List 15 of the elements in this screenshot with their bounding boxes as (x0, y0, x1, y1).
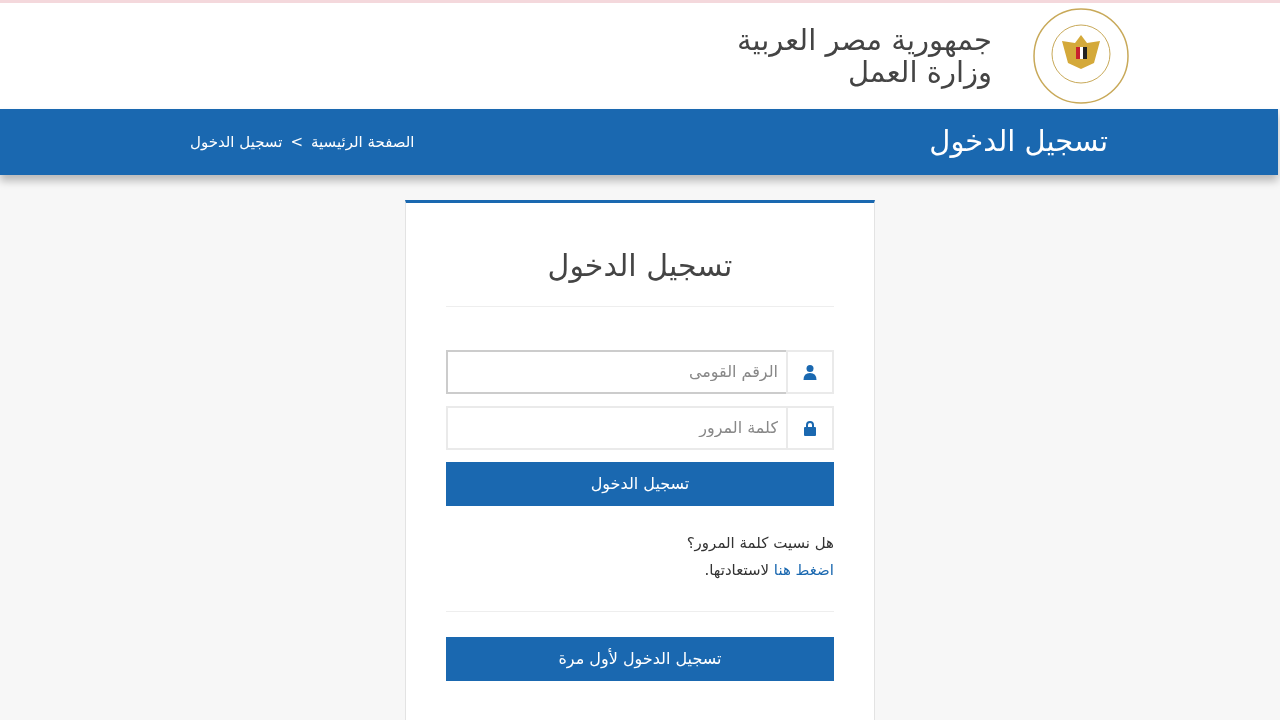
breadcrumb-link[interactable]: الصفحة الرئيسية (311, 130, 415, 154)
recover-password-text: اضغط هنا لاستعادتها. (703, 559, 834, 581)
forgot-password-question: هل نسيت كلمة المرور؟ (685, 533, 834, 554)
click-here-link[interactable]: اضغط هنا (773, 560, 834, 579)
first-time-login-button[interactable]: تسجيل الدخول لأول مرة (446, 637, 834, 681)
ministry-title: جمهورية مصر العربية (736, 23, 992, 56)
breadcrumb-separator: > (290, 131, 303, 153)
breadcrumb-link[interactable]: تسجيل الدخول (190, 130, 283, 154)
card-title: تسجيل الدخول (547, 247, 733, 285)
lock-icon (803, 420, 817, 436)
page-title: تسجيل الدخول (929, 123, 1108, 161)
user-icon (802, 364, 818, 380)
login-button[interactable]: تسجيل الدخول (446, 462, 834, 506)
input-field[interactable]: كلمة المرور (446, 406, 786, 450)
input-field[interactable]: الرقم القومى (446, 350, 786, 394)
